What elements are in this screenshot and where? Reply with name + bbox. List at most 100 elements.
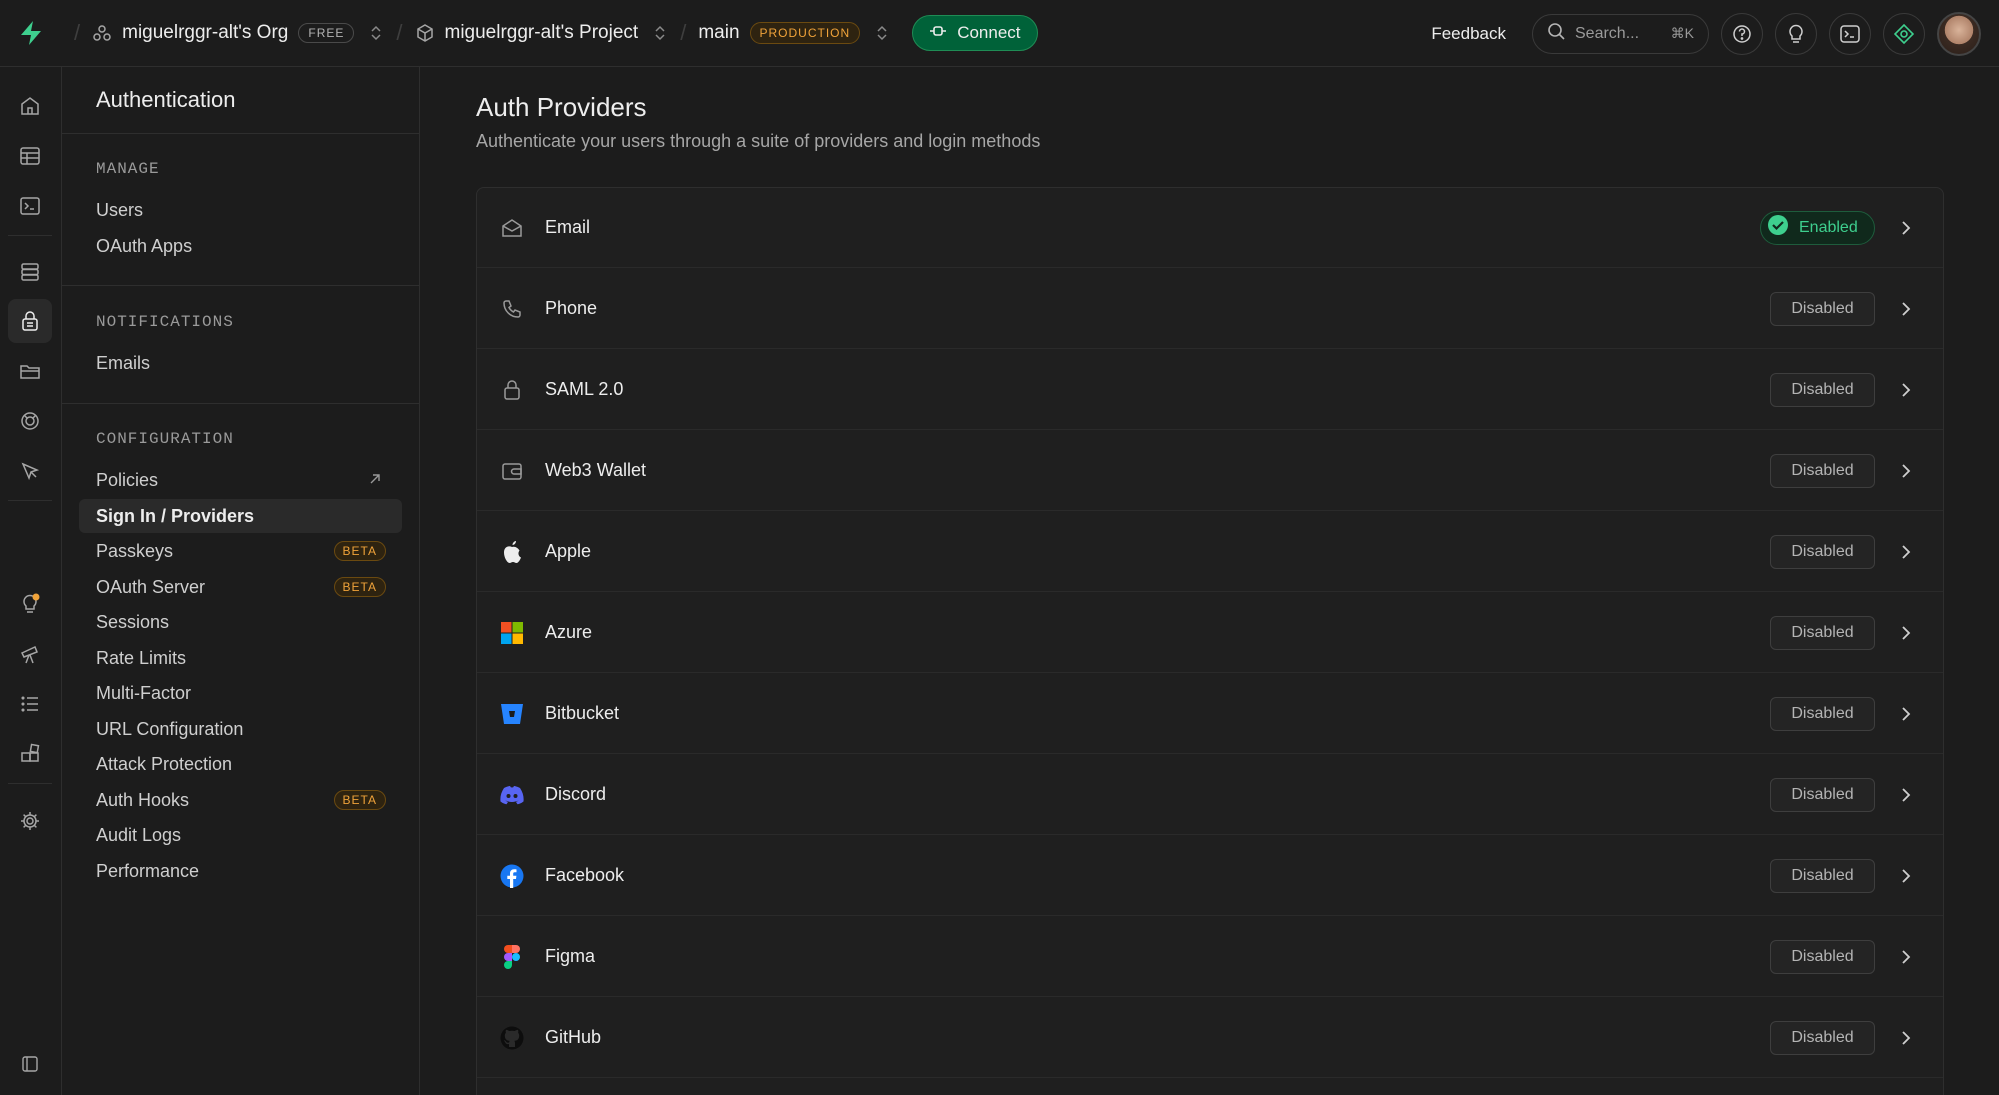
chevron-right-icon: [1901, 1030, 1917, 1046]
chevron-right-icon: [1901, 706, 1917, 722]
section-heading-notifications: NOTIFICATIONS: [96, 313, 234, 331]
terminal-icon[interactable]: [1829, 12, 1871, 55]
provider-name: Discord: [545, 784, 607, 804]
advisor-diamond-icon[interactable]: [1883, 12, 1925, 55]
sidebar-item-users[interactable]: Users: [79, 193, 402, 227]
authentication-icon[interactable]: [8, 299, 52, 343]
environment-badge: PRODUCTION: [749, 22, 861, 44]
chevron-right-icon: [1901, 868, 1917, 884]
status-badge-disabled: Disabled: [1770, 696, 1875, 731]
left-nav-rail: [0, 67, 62, 1095]
collapse-sidebar-icon[interactable]: [8, 1042, 52, 1086]
org-switcher-icon[interactable]: [370, 23, 384, 43]
project-name: miguelrggr-alt's Project: [444, 22, 639, 43]
project-selector[interactable]: miguelrggr-alt's Project: [415, 22, 639, 44]
integrations-icon[interactable]: [8, 732, 52, 776]
sidebar-item-label: Passkeys: [96, 540, 174, 561]
observability-telescope-icon[interactable]: [8, 632, 52, 676]
provider-name: SAML 2.0: [545, 379, 624, 399]
sidebar-item-sessions[interactable]: Sessions: [79, 605, 402, 639]
chevron-right-icon: [1901, 949, 1917, 965]
check-circle-icon: [1767, 214, 1789, 241]
user-avatar[interactable]: [1937, 11, 1981, 56]
provider-row-facebook[interactable]: Facebook Disabled: [477, 836, 1943, 916]
project-switcher-icon[interactable]: [654, 23, 668, 43]
sidebar-item-label: Audit Logs: [96, 824, 182, 845]
feedback-button[interactable]: Feedback: [1431, 24, 1506, 44]
provider-row-discord[interactable]: Discord Disabled: [477, 755, 1943, 835]
sidebar-item-performance[interactable]: Performance: [79, 854, 402, 888]
sidebar-item-attack-protection[interactable]: Attack Protection: [79, 747, 402, 781]
sidebar-item-label: Policies: [96, 469, 159, 490]
sidebar-item-auth-hooks[interactable]: Auth Hooks BETA: [79, 783, 402, 817]
realtime-icon[interactable]: [8, 399, 52, 443]
provider-row-email[interactable]: Email Enabled: [477, 188, 1943, 268]
breadcrumb-separator: /: [74, 20, 81, 45]
section-heading-manage: MANAGE: [96, 160, 160, 178]
sidebar-item-label: URL Configuration: [96, 718, 244, 739]
rail-divider: [8, 783, 52, 784]
sidebar-item-label: OAuth Apps: [96, 235, 193, 256]
sidebar-title: Authentication: [96, 87, 236, 112]
facebook-icon: [499, 863, 525, 889]
sidebar-divider: [62, 285, 420, 286]
project-box-icon: [415, 23, 435, 43]
discord-icon: [499, 782, 525, 808]
status-badge-disabled: Disabled: [1770, 939, 1875, 974]
provider-row-bitbucket[interactable]: Bitbucket Disabled: [477, 674, 1943, 754]
sidebar-item-label: Users: [96, 199, 144, 220]
sidebar-divider: [62, 133, 420, 134]
sidebar-item-oauth-server[interactable]: OAuth Server BETA: [79, 570, 402, 604]
logs-list-icon[interactable]: [8, 682, 52, 726]
section-heading-configuration: CONFIGURATION: [96, 430, 234, 448]
provider-row-azure[interactable]: Azure Disabled: [477, 593, 1943, 673]
lightbulb-icon[interactable]: [1775, 12, 1817, 55]
azure-icon: [499, 620, 525, 646]
provider-row-github[interactable]: GitHub Disabled: [477, 998, 1943, 1078]
branch-name: main: [698, 22, 740, 43]
top-right-actions: Feedback Search... ⌘K: [1431, 0, 1981, 67]
branch-switcher-icon[interactable]: [876, 23, 890, 43]
sidebar-item-label: Sign In / Providers: [96, 505, 255, 526]
provider-name: Phone: [545, 298, 598, 318]
status-text: Enabled: [1799, 218, 1858, 236]
sql-editor-icon[interactable]: [8, 184, 52, 228]
supabase-logo-icon[interactable]: [0, 0, 62, 67]
database-icon[interactable]: [8, 250, 52, 294]
provider-name: Email: [545, 217, 591, 237]
provider-row-saml[interactable]: SAML 2.0 Disabled: [477, 350, 1943, 430]
plug-icon: [929, 23, 947, 43]
provider-row-web3-wallet[interactable]: Web3 Wallet Disabled: [477, 431, 1943, 511]
sidebar-item-audit-logs[interactable]: Audit Logs: [79, 818, 402, 852]
sidebar-item-passkeys[interactable]: Passkeys BETA: [79, 534, 402, 568]
sidebar-item-multi-factor[interactable]: Multi-Factor: [79, 676, 402, 710]
branch-selector[interactable]: main PRODUCTION: [698, 22, 861, 44]
connect-button[interactable]: Connect: [912, 15, 1038, 51]
advisors-lightbulb-icon[interactable]: [8, 582, 52, 626]
chevron-right-icon: [1901, 382, 1917, 398]
provider-row-apple[interactable]: Apple Disabled: [477, 512, 1943, 592]
sidebar-item-oauth-apps[interactable]: OAuth Apps: [79, 229, 402, 263]
sidebar-divider: [62, 403, 420, 404]
sidebar-item-emails[interactable]: Emails: [79, 346, 402, 380]
provider-row-phone[interactable]: Phone Disabled: [477, 269, 1943, 349]
storage-icon[interactable]: [8, 349, 52, 393]
provider-name: Facebook: [545, 865, 625, 885]
sidebar-item-policies[interactable]: Policies: [79, 463, 402, 497]
help-icon[interactable]: [1721, 12, 1763, 55]
sidebar-item-rate-limits[interactable]: Rate Limits: [79, 641, 402, 675]
wallet-icon: [499, 458, 525, 484]
edge-functions-cursor-icon[interactable]: [8, 449, 52, 493]
provider-name: Bitbucket: [545, 703, 620, 723]
table-editor-icon[interactable]: [8, 134, 52, 178]
sidebar-item-url-configuration[interactable]: URL Configuration: [79, 712, 402, 746]
org-selector[interactable]: miguelrggr-alt's Org FREE: [92, 22, 355, 44]
search-button[interactable]: Search... ⌘K: [1532, 13, 1709, 54]
page-title: Auth Providers: [476, 92, 647, 122]
sidebar-item-sign-in-providers[interactable]: Sign In / Providers: [79, 499, 402, 533]
provider-row-figma[interactable]: Figma Disabled: [477, 917, 1943, 997]
home-icon[interactable]: [8, 84, 52, 128]
connect-label: Connect: [957, 23, 1021, 42]
sidebar-item-label: Multi-Factor: [96, 682, 192, 703]
settings-gear-icon[interactable]: [8, 799, 52, 843]
